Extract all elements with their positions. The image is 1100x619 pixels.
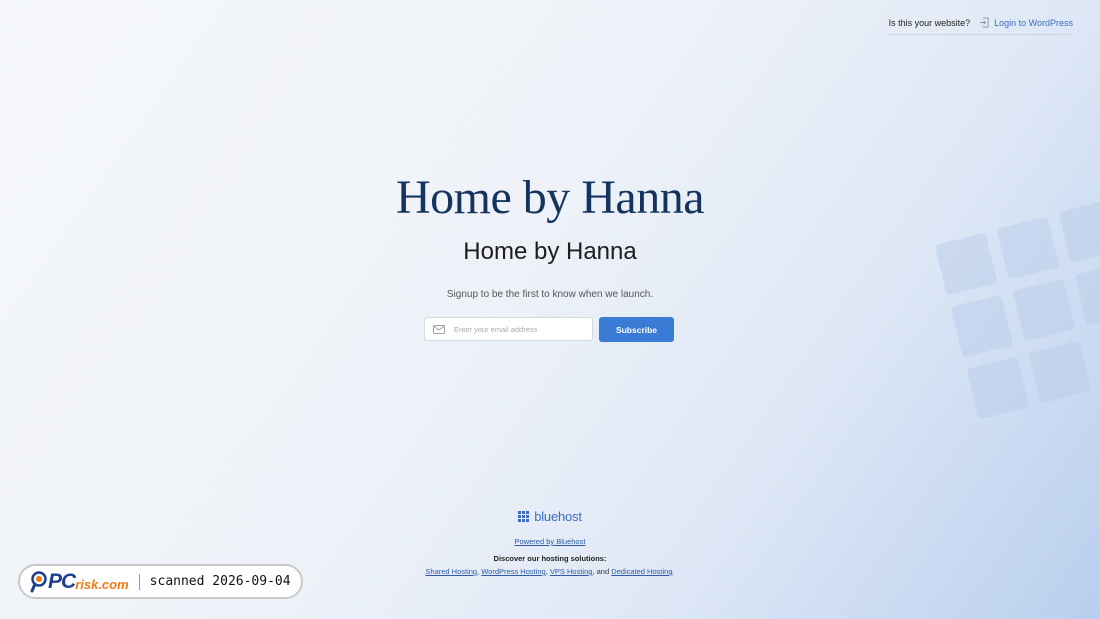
site-title: Home by Hanna xyxy=(463,238,637,265)
subscribe-form: Subscribe xyxy=(424,317,674,342)
login-to-wordpress-link[interactable]: Login to WordPress xyxy=(979,17,1073,28)
top-bar: Is this your website? Login to WordPress xyxy=(888,17,1073,35)
login-link-label: Login to WordPress xyxy=(994,17,1073,28)
powered-by: Powered by Bluehost xyxy=(0,537,1100,546)
subscribe-button[interactable]: Subscribe xyxy=(599,317,674,342)
scan-watermark-badge: PC risk.com scanned 2026-09-04 xyxy=(18,564,303,599)
badge-divider xyxy=(138,573,140,590)
wordpress-hosting-link[interactable]: WordPress Hosting xyxy=(481,567,545,576)
shared-hosting-link[interactable]: Shared Hosting xyxy=(425,567,477,576)
email-field[interactable] xyxy=(424,317,593,341)
pcrisk-logo-pc: PC xyxy=(48,569,76,593)
powered-by-bluehost-link[interactable]: Powered by Bluehost xyxy=(515,537,586,546)
pcrisk-logo: PC risk.com xyxy=(30,570,129,594)
ownership-question: Is this your website? xyxy=(888,17,971,28)
site-logo-title: Home by Hanna xyxy=(395,171,705,224)
link-end-punctuation: . xyxy=(672,567,675,576)
bluehost-brand: bluehost xyxy=(0,509,1100,524)
grid-logo-icon xyxy=(518,511,530,522)
link-separator-and: , and xyxy=(592,567,612,576)
signup-tagline: Signup to be the first to know when we l… xyxy=(446,289,654,300)
envelope-icon xyxy=(433,324,445,334)
vps-hosting-link[interactable]: VPS Hosting xyxy=(550,567,593,576)
scan-date-text: scanned 2026-09-04 xyxy=(149,574,291,589)
pcrisk-logo-risk: risk.com xyxy=(75,576,129,592)
brand-name: bluehost xyxy=(534,509,582,524)
background-tiles-decoration xyxy=(935,200,1100,419)
dedicated-hosting-link[interactable]: Dedicated Hosting xyxy=(611,567,672,576)
hosting-solutions-heading: Discover our hosting solutions: xyxy=(493,554,607,563)
login-arrow-icon xyxy=(980,17,989,28)
magnifier-icon xyxy=(30,570,47,592)
email-input[interactable] xyxy=(452,323,586,335)
